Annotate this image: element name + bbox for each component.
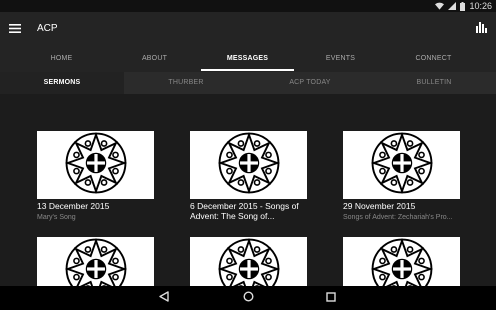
- church-logo-icon: [64, 131, 128, 200]
- menu-button[interactable]: [6, 20, 24, 38]
- sermon-title: 6 December 2015 - Songs of Advent: The S…: [190, 201, 299, 221]
- sermon-thumbnail: [37, 237, 154, 286]
- status-clock: 10:26: [469, 1, 492, 11]
- tab-home[interactable]: HOME: [15, 48, 108, 72]
- sermon-thumbnail: [343, 237, 460, 286]
- tab-events[interactable]: EVENTS: [294, 48, 387, 72]
- sermon-subtitle: Mary's Song: [37, 214, 76, 221]
- app-title: ACP: [37, 23, 58, 34]
- subtab-thurber[interactable]: THURBER: [124, 72, 248, 94]
- wifi-icon: [435, 2, 445, 10]
- tab-about[interactable]: ABOUT: [108, 48, 201, 72]
- sermon-thumbnail: [190, 237, 307, 286]
- subtab-bulletin[interactable]: BULLETIN: [372, 72, 496, 94]
- sermon-title: 13 December 2015: [37, 201, 110, 211]
- system-nav-bar: [0, 286, 496, 310]
- home-icon: [242, 289, 254, 307]
- sermon-thumbnail: [343, 131, 460, 199]
- app-bar: ACP: [0, 12, 496, 48]
- subtab-sermons[interactable]: SERMONS: [0, 72, 124, 94]
- sermon-thumbnail: [37, 131, 154, 199]
- hamburger-icon: [9, 20, 21, 38]
- back-icon: [159, 289, 169, 307]
- status-bar: 10:26: [0, 0, 496, 12]
- bar-chart-icon: [475, 20, 487, 38]
- status-icons: 10:26: [435, 1, 492, 11]
- sermon-subtitle: Songs of Advent: Zechariah's Pro...: [343, 214, 453, 221]
- active-tab-indicator: [201, 69, 294, 71]
- main-tab-bar: HOME ABOUT MESSAGES EVENTS CONNECT: [0, 48, 496, 72]
- church-logo-icon: [217, 131, 281, 200]
- home-button[interactable]: [241, 291, 255, 305]
- tab-connect[interactable]: CONNECT: [387, 48, 480, 72]
- church-logo-icon: [64, 237, 128, 286]
- sermon-thumbnail: [190, 131, 307, 199]
- church-logo-icon: [370, 131, 434, 200]
- recents-button[interactable]: [324, 291, 338, 305]
- signal-icon: [448, 2, 457, 10]
- church-logo-icon: [217, 237, 281, 286]
- recents-icon: [326, 289, 336, 307]
- battery-icon: [460, 1, 466, 11]
- church-logo-icon: [370, 237, 434, 286]
- sermon-title: 29 November 2015: [343, 201, 416, 211]
- sub-tab-bar: SERMONS THURBER ACP TODAY BULLETIN: [0, 72, 496, 94]
- sermon-grid: 13 December 2015 Mary's Song 6 December …: [0, 94, 496, 286]
- subtab-acp-today[interactable]: ACP TODAY: [248, 72, 372, 94]
- back-button[interactable]: [157, 291, 171, 305]
- chart-button[interactable]: [472, 20, 490, 38]
